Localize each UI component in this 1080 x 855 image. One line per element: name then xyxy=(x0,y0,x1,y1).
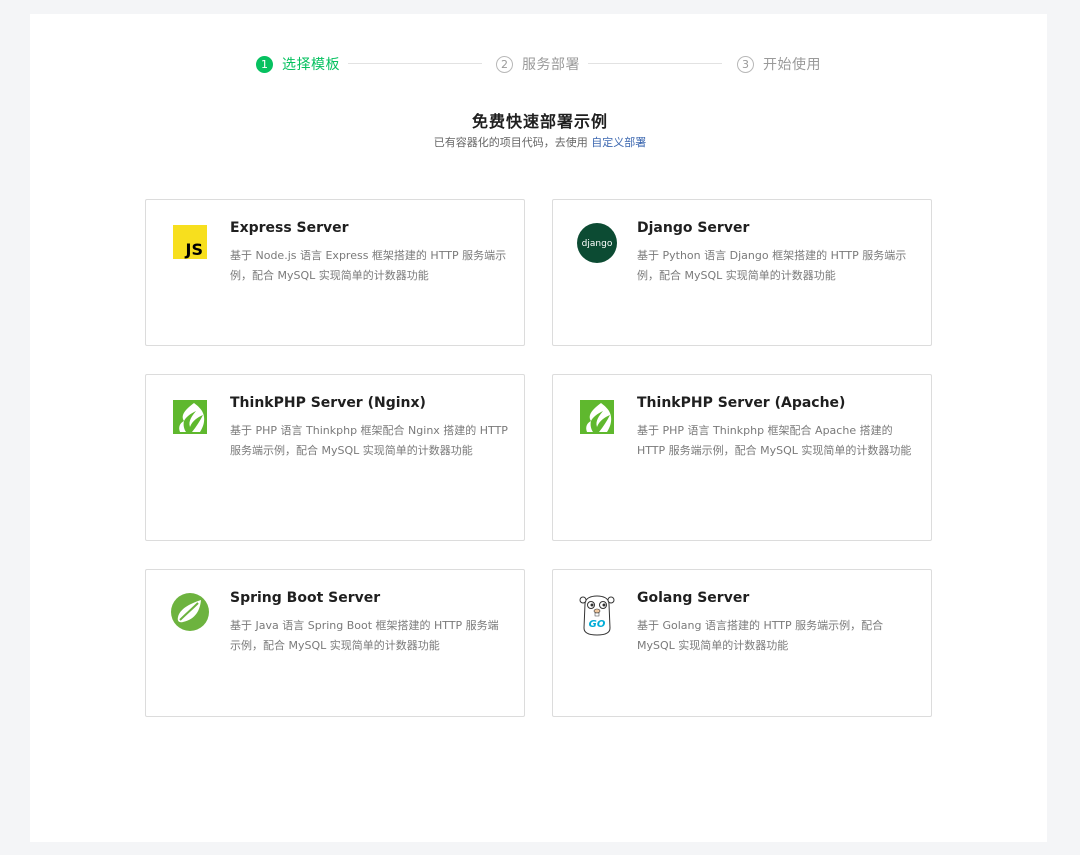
card-description: 基于 Node.js 语言 Express 框架搭建的 HTTP 服务端示例，配… xyxy=(230,249,507,282)
page-subtitle: 已有容器化的项目代码，去使用 自定义部署 xyxy=(0,134,1080,150)
template-card-thinkphp-apache[interactable]: ThinkPHP Server (Apache) 基于 PHP 语言 Think… xyxy=(552,374,932,541)
svg-text:JS: JS xyxy=(185,240,203,259)
step-service-deploy[interactable]: 2 服务部署 xyxy=(496,52,580,76)
card-title: Express Server xyxy=(230,220,349,236)
javascript-icon: JS xyxy=(172,224,208,260)
template-card-spring-boot[interactable]: Spring Boot Server 基于 Java 语言 Spring Boo… xyxy=(145,569,525,717)
step-connector xyxy=(348,63,482,64)
custom-deploy-link[interactable]: 自定义部署 xyxy=(591,136,646,149)
card-title: Golang Server xyxy=(637,590,750,606)
step-label: 开始使用 xyxy=(763,57,821,73)
page-title: 免费快速部署示例 xyxy=(471,112,608,131)
card-title: Django Server xyxy=(637,220,750,236)
go-gopher-icon: GO xyxy=(577,594,617,636)
stepper: 1 选择模板 2 服务部署 3 开始使用 xyxy=(256,52,826,76)
step-number: 1 xyxy=(256,55,273,73)
step-number: 3 xyxy=(737,55,754,73)
django-icon: django xyxy=(576,222,618,264)
card-title: ThinkPHP Server (Apache) xyxy=(637,395,846,411)
subtitle-text: 已有容器化的项目代码，去使用 xyxy=(433,136,592,149)
thinkphp-icon xyxy=(579,399,615,435)
step-select-template[interactable]: 1 选择模板 xyxy=(256,52,340,76)
template-card-golang[interactable]: GO Golang Server 基于 Golang 语言搭建的 HTTP 服务… xyxy=(552,569,932,717)
step-start-using[interactable]: 3 开始使用 xyxy=(737,52,821,76)
template-card-thinkphp-nginx[interactable]: ThinkPHP Server (Nginx) 基于 PHP 语言 Thinkp… xyxy=(145,374,525,541)
step-label: 选择模板 xyxy=(282,57,340,73)
card-description: 基于 PHP 语言 Thinkphp 框架配合 Nginx 搭建的 HTTP 服… xyxy=(230,424,508,457)
step-label: 服务部署 xyxy=(522,57,580,73)
card-title: ThinkPHP Server (Nginx) xyxy=(230,395,426,411)
card-title: Spring Boot Server xyxy=(230,590,381,606)
thinkphp-icon xyxy=(172,399,208,435)
step-number: 2 xyxy=(496,55,513,73)
card-description: 基于 Java 语言 Spring Boot 框架搭建的 HTTP 服务端示例，… xyxy=(230,619,499,652)
card-description: 基于 Python 语言 Django 框架搭建的 HTTP 服务端示例，配合 … xyxy=(637,249,907,282)
svg-text:GO: GO xyxy=(589,619,606,630)
template-card-express[interactable]: JS Express Server 基于 Node.js 语言 Express … xyxy=(145,199,525,346)
spring-leaf-icon xyxy=(170,592,210,632)
card-description: 基于 PHP 语言 Thinkphp 框架配合 Apache 搭建的 HTTP … xyxy=(637,424,912,457)
step-connector xyxy=(588,63,722,64)
svg-text:django: django xyxy=(582,239,613,249)
template-card-django[interactable]: django Django Server 基于 Python 语言 Django… xyxy=(552,199,932,346)
card-description: 基于 Golang 语言搭建的 HTTP 服务端示例，配合 MySQL 实现简单… xyxy=(637,619,884,652)
